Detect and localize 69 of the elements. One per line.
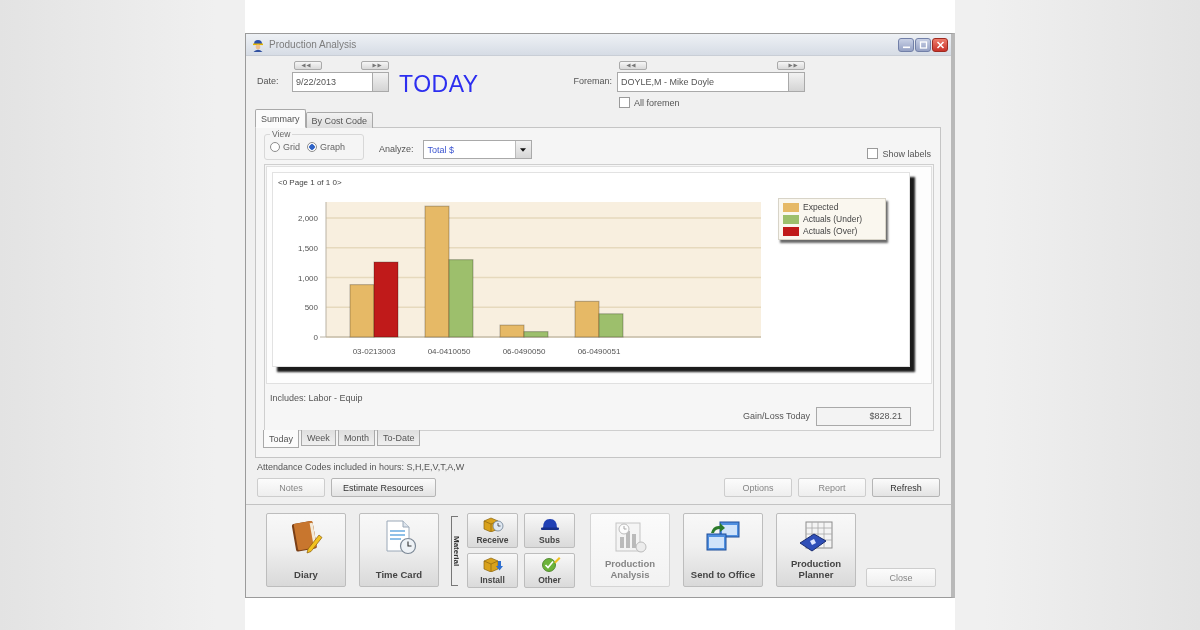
includes-text: Includes: Labor - Equip (270, 393, 363, 403)
foreman-field[interactable]: DOYLE,M - Mike Doyle (617, 72, 789, 92)
maximize-icon (918, 40, 928, 49)
minimize-button[interactable] (898, 37, 914, 52)
chart-clock-icon (612, 519, 648, 555)
material-button[interactable]: Install (467, 553, 518, 588)
toolbar-button[interactable]: Send to Office (683, 513, 763, 587)
next-button[interactable] (777, 61, 805, 70)
legend-label: Expected (803, 202, 839, 212)
gain-loss-label: Gain/Loss Today (743, 410, 810, 423)
date-label: Date: (257, 75, 280, 88)
tab[interactable]: To-Date (376, 430, 421, 446)
worker-icon (251, 37, 265, 52)
radio-label[interactable]: Graph (320, 142, 346, 152)
radio-label[interactable]: Grid (283, 142, 300, 152)
next-button[interactable] (361, 61, 389, 70)
axis-label: 06-0490051 (577, 347, 621, 356)
hard-hat-icon (538, 516, 561, 532)
window-title: Production Analysis (269, 39, 357, 50)
axis-label: 1,000 (297, 273, 318, 283)
previous-button[interactable] (294, 61, 322, 70)
axis-label: 2,000 (297, 214, 318, 224)
box-arrow-icon (481, 556, 504, 572)
axis-label: 500 (304, 303, 318, 313)
tab[interactable]: Month (337, 430, 375, 446)
gain-loss-field: $828.21 (816, 407, 911, 426)
group-label: View (271, 130, 292, 139)
caret-icon (520, 147, 527, 152)
tab[interactable]: Today (263, 430, 300, 448)
bar (349, 284, 375, 338)
previous-button[interactable] (619, 61, 647, 70)
toolbar-button[interactable]: Time Card (359, 513, 439, 587)
material-button[interactable]: Other (524, 553, 575, 588)
radio-button[interactable] (307, 142, 317, 152)
date-field[interactable]: 9/22/2013 (292, 72, 373, 92)
axis-label: 03-0213003 (352, 347, 396, 356)
close-button[interactable] (932, 37, 948, 52)
tab[interactable]: By Cost Code (305, 112, 374, 128)
action-button[interactable]: Refresh (872, 478, 940, 497)
toolbar-button[interactable]: Diary (266, 513, 346, 587)
foreman-label: Foreman: (573, 75, 612, 88)
checkbox[interactable] (867, 148, 879, 159)
checkbox-label[interactable]: Show labels (882, 148, 931, 159)
page-indicator[interactable]: <0 Page 1 of 1 0> (273, 173, 342, 190)
foreman-picker-button[interactable] (789, 72, 805, 92)
legend-label: Actuals (Over) (803, 226, 858, 236)
checkbox-label[interactable]: All foremen (634, 97, 680, 108)
date-picker-button[interactable] (373, 72, 389, 92)
axis-label: 1,500 (297, 243, 318, 253)
tab[interactable]: Week (301, 430, 336, 446)
tab[interactable]: Summary (255, 109, 306, 128)
analyze-dropdown[interactable]: Total $ (422, 140, 532, 159)
axis-label: 04-0410050 (427, 347, 471, 356)
box-clock-icon (481, 516, 504, 532)
analyze-label: Analyze: (379, 143, 414, 156)
action-button[interactable]: Estimate Resources (331, 478, 436, 497)
close-icon (935, 40, 945, 49)
axis-label: 0 (313, 333, 318, 342)
maximize-button[interactable] (915, 37, 931, 52)
radio-button[interactable] (270, 142, 280, 152)
attendance-text: Attendance Codes included in hours: S,H,E,V,T,A,W (257, 462, 465, 472)
material-group-label: Material (452, 535, 460, 567)
legend-label: Actuals (Under) (803, 214, 863, 224)
today-label: TODAY (399, 71, 479, 97)
axis-label: 06-0490050 (502, 347, 546, 356)
toolbar-button[interactable]: Production Planner (776, 513, 856, 587)
material-button[interactable]: Receive (467, 513, 518, 548)
checkbox[interactable] (619, 97, 630, 108)
material-button[interactable]: Subs (524, 513, 575, 548)
